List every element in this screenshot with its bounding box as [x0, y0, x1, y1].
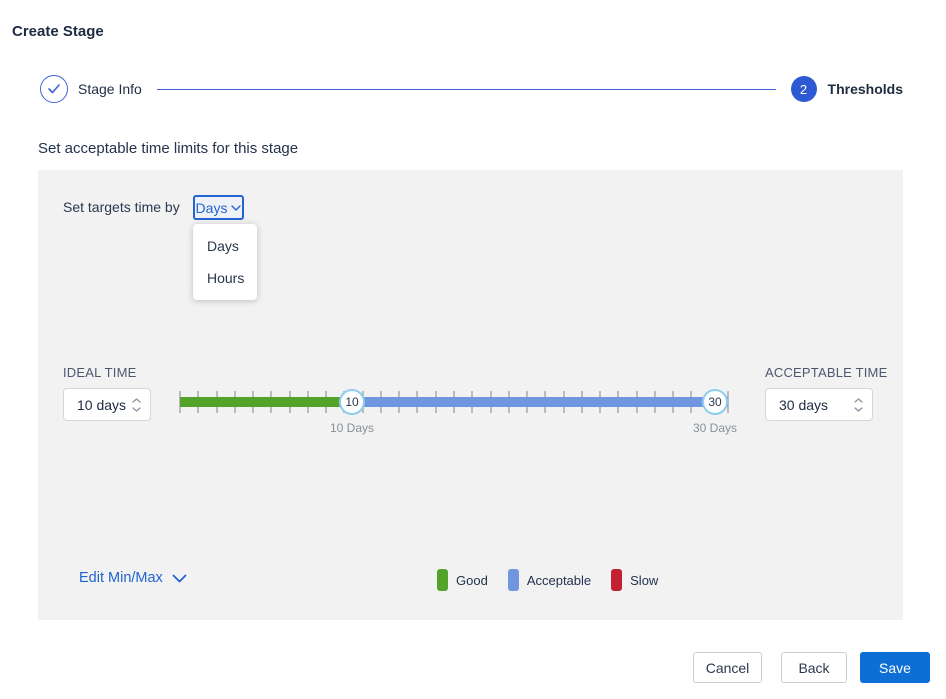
- stepper-step-stage-info[interactable]: Stage Info: [40, 75, 142, 103]
- acceptable-time-spinner[interactable]: [854, 398, 863, 412]
- acceptable-label: Acceptable: [527, 573, 591, 588]
- dropdown-option-hours[interactable]: Hours: [193, 262, 257, 294]
- slider-good-segment: [180, 397, 352, 407]
- legend-item-good: Good: [437, 569, 488, 591]
- acceptable-swatch: [508, 569, 519, 591]
- set-targets-time-by-label: Set targets time by: [63, 199, 180, 215]
- create-stage-modal: Create Stage Stage Info 2 Thresholds Set…: [0, 0, 946, 699]
- time-range-slider[interactable]: 10 30 10 Days 30 Days: [180, 384, 728, 434]
- save-button[interactable]: Save: [860, 652, 930, 683]
- thresholds-panel: Set targets time by Days Days Hours IDEA…: [38, 170, 903, 620]
- ideal-time-input[interactable]: 10 days: [63, 388, 151, 421]
- spinner-up-icon: [132, 398, 141, 403]
- slow-label: Slow: [630, 573, 658, 588]
- time-unit-dropdown-menu: Days Hours: [193, 224, 257, 300]
- legend-item-slow: Slow: [611, 569, 658, 591]
- thresholds-label: Thresholds: [828, 81, 903, 97]
- legend-item-acceptable: Acceptable: [508, 569, 591, 591]
- good-swatch: [437, 569, 448, 591]
- step-number-badge: 2: [791, 76, 817, 102]
- edit-minmax-link[interactable]: Edit Min/Max: [79, 570, 187, 586]
- ideal-time-value: 10 days: [77, 397, 126, 413]
- acceptable-time-input[interactable]: 30 days: [765, 388, 873, 421]
- slider-acceptable-value-label: 30 Days: [691, 421, 739, 435]
- slow-swatch: [611, 569, 622, 591]
- check-circle-icon: [40, 75, 68, 103]
- spinner-down-icon: [854, 407, 863, 412]
- slider-handle-acceptable[interactable]: 30: [702, 389, 728, 415]
- stage-info-label: Stage Info: [78, 81, 142, 97]
- cancel-button[interactable]: Cancel: [693, 652, 762, 683]
- stepper: Stage Info 2 Thresholds: [40, 75, 903, 103]
- spinner-up-icon: [854, 398, 863, 403]
- ideal-time-label: IDEAL TIME: [63, 365, 137, 380]
- chevron-down-icon: [172, 574, 187, 583]
- spinner-down-icon: [132, 407, 141, 412]
- chevron-down-icon: [231, 205, 241, 211]
- slider-ideal-value-label: 10 Days: [328, 421, 376, 435]
- good-label: Good: [456, 573, 488, 588]
- slider-acceptable-segment: [352, 397, 728, 407]
- section-heading: Set acceptable time limits for this stag…: [38, 140, 298, 157]
- page-title: Create Stage: [12, 23, 104, 40]
- slider-legend: Good Acceptable Slow: [437, 569, 678, 591]
- slider-handle-ideal[interactable]: 10: [339, 389, 365, 415]
- ideal-time-spinner[interactable]: [132, 398, 141, 412]
- stepper-connector-line: [157, 89, 776, 90]
- time-unit-selected-value: Days: [196, 200, 228, 216]
- back-button[interactable]: Back: [781, 652, 847, 683]
- acceptable-time-label: ACCEPTABLE TIME: [765, 365, 887, 380]
- edit-minmax-label: Edit Min/Max: [79, 570, 163, 586]
- acceptable-time-value: 30 days: [779, 397, 828, 413]
- stepper-step-thresholds[interactable]: 2 Thresholds: [791, 76, 903, 102]
- time-unit-dropdown[interactable]: Days: [193, 195, 244, 220]
- dropdown-option-days[interactable]: Days: [193, 230, 257, 262]
